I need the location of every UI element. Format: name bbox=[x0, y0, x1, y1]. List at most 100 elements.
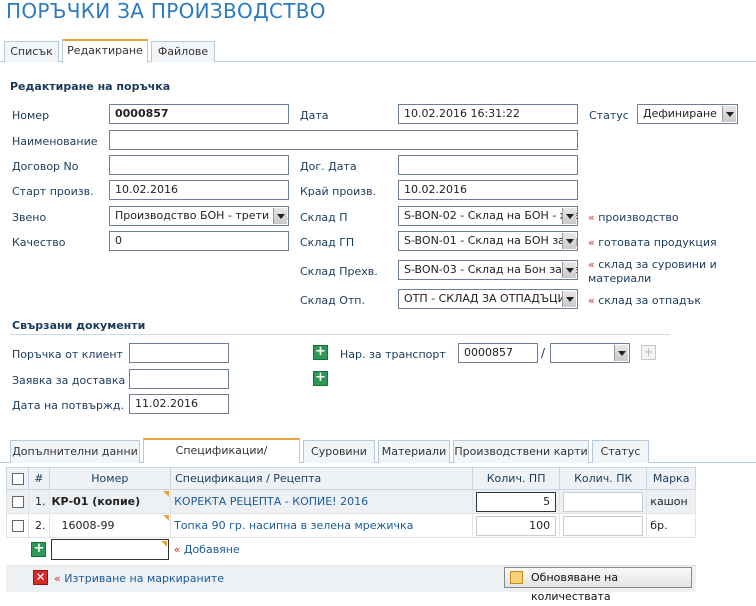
row-qty-pk-input[interactable] bbox=[563, 491, 644, 512]
divider bbox=[10, 334, 670, 335]
chevron-down-icon bbox=[614, 345, 628, 361]
col-num: # bbox=[28, 467, 50, 490]
corner-marker-icon bbox=[160, 541, 167, 548]
table-header: # Номер Спецификация / Рецепта Колич. ПП… bbox=[5, 467, 696, 490]
row-qty-pp-input[interactable]: 5 bbox=[476, 491, 557, 512]
tab-materials[interactable]: Материали bbox=[378, 440, 450, 463]
row-num: 1. bbox=[28, 489, 50, 514]
kraj-field[interactable]: 10.02.2016 bbox=[398, 180, 578, 200]
nomer-label: Номер bbox=[12, 109, 50, 122]
dogovor-field[interactable] bbox=[109, 155, 289, 175]
table-row[interactable]: 1. КР-01 (копие) КОРЕКТА РЕЦЕПТА - КОПИЕ… bbox=[5, 489, 696, 514]
add-row-input-cell bbox=[49, 538, 171, 562]
spec-table: # Номер Спецификация / Рецепта Колич. ПП… bbox=[5, 467, 696, 562]
empty-cell bbox=[647, 538, 696, 562]
corner-marker-icon bbox=[163, 515, 170, 521]
tab-status[interactable]: Статус bbox=[592, 440, 649, 463]
slash-separator: / bbox=[541, 346, 546, 360]
start-field[interactable]: 10.02.2016 bbox=[109, 180, 289, 200]
transport-field[interactable]: 0000857 bbox=[458, 343, 538, 363]
supply-field[interactable] bbox=[129, 369, 229, 389]
row-nomer-text: 16008-99 bbox=[61, 519, 115, 532]
col-qty-pp: Колич. ПП bbox=[472, 467, 561, 490]
sklad-p-label: Склад П bbox=[300, 211, 348, 224]
row-qty-pp-cell: 100 bbox=[472, 513, 561, 538]
order-field[interactable] bbox=[129, 343, 229, 363]
row-checkbox[interactable] bbox=[11, 496, 24, 508]
status-label: Статус bbox=[589, 109, 629, 122]
tab-list[interactable]: Списък bbox=[4, 41, 59, 62]
delete-marked[interactable]: « Изтриване на маркираните bbox=[54, 572, 224, 585]
order-label: Поръчка от клиент bbox=[12, 348, 123, 361]
row-qty-pp-input[interactable]: 100 bbox=[476, 515, 557, 536]
row-nomer-text: КР-01 (копие) bbox=[51, 495, 141, 508]
sklad-gp-select[interactable]: S-BON-01 - Склад на БОН за пр bbox=[398, 231, 578, 251]
add-link[interactable]: Добавяне bbox=[184, 543, 240, 556]
top-tabs: Списък Редактиране Файлове bbox=[0, 38, 756, 63]
chevron-down-icon bbox=[562, 208, 576, 224]
tab-production-cards[interactable]: Производствени карти bbox=[453, 440, 589, 463]
page-title: ПОРЪЧКИ ЗА ПРОИЗВОДСТВО bbox=[6, 0, 326, 23]
chevron-down-icon bbox=[273, 208, 287, 224]
add-supply-icon[interactable]: + bbox=[313, 371, 328, 386]
sklad-gp-value: S-BON-01 - Склад на БОН за пр bbox=[404, 234, 578, 247]
tab-edit[interactable]: Редактиране bbox=[62, 39, 148, 63]
tab-files[interactable]: Файлове bbox=[151, 41, 215, 62]
naim-field[interactable] bbox=[109, 130, 578, 150]
table-row[interactable]: 2. 16008-99 Топка 90 гр. насипна в зелен… bbox=[5, 513, 696, 538]
tab-extra-data[interactable]: Допълнителни данни bbox=[10, 440, 140, 463]
col-marka: Марка bbox=[646, 467, 696, 490]
status-value: Дефиниране bbox=[643, 107, 717, 120]
tab-specifications[interactable]: Спецификации/Изпълнение bbox=[143, 438, 300, 478]
start-label: Старт произв. bbox=[12, 185, 94, 198]
nomer-field[interactable]: 0000857 bbox=[109, 104, 289, 124]
confirm-field[interactable]: 11.02.2016 bbox=[129, 394, 229, 414]
add-transport-icon[interactable]: + bbox=[641, 345, 656, 360]
zveno-label: Звено bbox=[12, 211, 47, 224]
add-row-icon[interactable]: + bbox=[31, 542, 47, 558]
select-all-checkbox[interactable] bbox=[11, 473, 24, 485]
col-qty-pk: Колич. ПК bbox=[559, 467, 648, 490]
transport-label: Нар. за транспорт bbox=[340, 348, 446, 361]
sklad-p-hint: « производство bbox=[588, 211, 679, 224]
row-nomer[interactable]: 16008-99 bbox=[48, 513, 172, 538]
add-order-icon[interactable]: + bbox=[313, 345, 328, 360]
data-field[interactable]: 10.02.2016 16:31:22 bbox=[398, 104, 578, 124]
dog-data-field[interactable] bbox=[398, 155, 578, 175]
col-spec: Спецификация / Рецепта bbox=[170, 467, 474, 490]
new-nomer-input[interactable] bbox=[51, 539, 169, 561]
sklad-otp-select[interactable]: ОТП - СКЛАД ЗА ОТПАДЪЦИ bbox=[398, 289, 578, 309]
sklad-p-value: S-BON-02 - Склад на БОН - хла bbox=[404, 209, 578, 222]
kachestvo-label: Качество bbox=[12, 236, 66, 249]
update-quantities-button[interactable]: Обновяване на количествата bbox=[504, 567, 692, 603]
row-num: 2. bbox=[28, 513, 50, 538]
row-nomer[interactable]: КР-01 (копие) bbox=[48, 489, 172, 514]
row-qty-pk-cell bbox=[559, 489, 648, 514]
confirm-label: Дата на потвържд. bbox=[12, 399, 124, 412]
kachestvo-field[interactable]: 0 bbox=[109, 231, 289, 251]
sklad-prehv-select[interactable]: S-BON-03 - Склад на Бон за ма bbox=[398, 260, 578, 280]
sklad-p-select[interactable]: S-BON-02 - Склад на БОН - хла bbox=[398, 206, 578, 226]
row-spec-link[interactable]: Топка 90 гр. насипна в зелена мрежичка bbox=[174, 519, 413, 532]
chevron-down-icon bbox=[562, 262, 576, 278]
zveno-value: Производство БОН - трети цех bbox=[115, 209, 289, 222]
status-select[interactable]: Дефиниране bbox=[637, 104, 738, 124]
naim-label: Наименование bbox=[12, 135, 98, 148]
delete-marked-link[interactable]: Изтриване на маркираните bbox=[64, 572, 224, 585]
update-quantities-label: Обновяване на количествата bbox=[531, 571, 619, 603]
empty-cell bbox=[473, 538, 560, 562]
row-checkbox[interactable] bbox=[11, 520, 24, 532]
row-spec[interactable]: КОРЕКТА РЕЦЕПТА - КОПИЕ! 2016 bbox=[170, 489, 474, 514]
transport-select[interactable] bbox=[550, 343, 630, 363]
row-select bbox=[5, 513, 30, 538]
delete-icon[interactable]: ✕ bbox=[33, 570, 48, 585]
sklad-otp-label: Склад Отп. bbox=[300, 294, 365, 307]
tab-raw-materials[interactable]: Суровини bbox=[303, 440, 375, 463]
row-qty-pk-cell bbox=[559, 513, 648, 538]
row-qty-pk-input[interactable] bbox=[563, 515, 644, 536]
row-spec-link[interactable]: КОРЕКТА РЕЦЕПТА - КОПИЕ! 2016 bbox=[174, 495, 368, 508]
col-nomer: Номер bbox=[48, 467, 172, 490]
zveno-select[interactable]: Производство БОН - трети цех bbox=[109, 206, 289, 226]
sklad-gp-label: Склад ГП bbox=[300, 236, 355, 249]
row-spec[interactable]: Топка 90 гр. насипна в зелена мрежичка bbox=[170, 513, 474, 538]
